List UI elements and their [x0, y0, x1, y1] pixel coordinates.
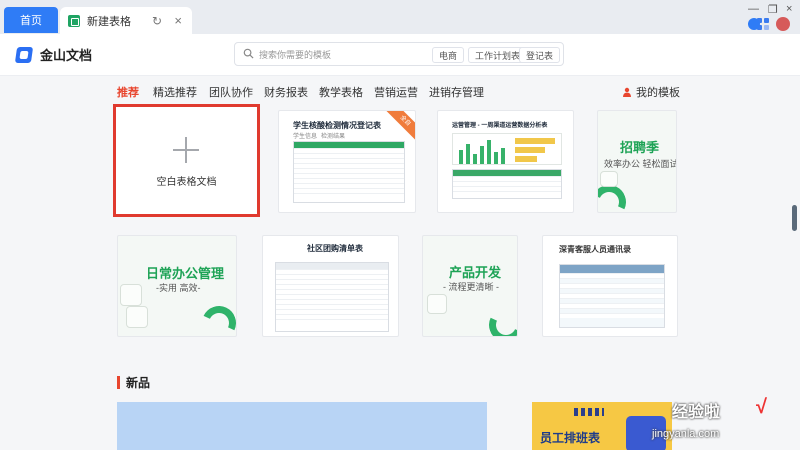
close-icon[interactable]: × [174, 13, 182, 28]
template-subtitle: 学生信息 [293, 134, 318, 140]
search-icon [243, 48, 254, 59]
template-preview-table [293, 141, 405, 203]
template-preview-table [275, 262, 389, 332]
s-brand-icon [484, 303, 517, 336]
search-input[interactable]: 搜索你需要的模板 [259, 48, 331, 61]
refresh-icon[interactable]: ↻ [152, 14, 162, 28]
blank-sheet-card[interactable]: 空白表格文档 [113, 104, 260, 217]
template-card-contact-list[interactable]: 深青客服人员通讯录 [542, 235, 678, 337]
sheet-icon [68, 14, 80, 27]
tab-new-sheet[interactable]: 新建表格 ↻ × [60, 7, 192, 34]
template-card-group-buy[interactable]: 社区团购清单表 [262, 235, 399, 337]
kdocs-logo-icon [14, 46, 34, 63]
header: 金山文档 搜索你需要的模板 电商 工作计划表 登记表 [0, 34, 800, 76]
maximize-icon[interactable]: ❐ [768, 3, 778, 16]
tab-home[interactable]: 首页 [4, 7, 58, 33]
minimize-icon[interactable]: — [748, 3, 759, 15]
template-title: 招聘季 [620, 140, 660, 155]
section-title-text: 新品 [126, 376, 151, 390]
window-close-icon[interactable]: × [786, 3, 792, 15]
avatar[interactable] [776, 17, 790, 31]
my-templates-label: 我的模板 [636, 87, 680, 99]
template-title: 产品开发 [449, 265, 502, 280]
scrollbar[interactable] [792, 205, 797, 231]
blank-sheet-label: 空白表格文档 [156, 177, 217, 188]
template-title: 社区团购清单表 [307, 244, 363, 253]
nav-item-recommended[interactable]: 推荐 [117, 84, 139, 100]
nav-item-teaching[interactable]: 教学表格 [319, 84, 363, 100]
nav-item-team[interactable]: 团队协作 [209, 84, 253, 100]
template-title: 深青客服人员通讯录 [559, 245, 631, 254]
s-brand-icon [197, 301, 236, 336]
template-card-ops-analysis[interactable]: 运营管理 - 一周渠道运营数据分析表 [437, 110, 574, 213]
template-title: 学生核酸检测情况登记表 [293, 121, 381, 130]
watermark-check: √ [756, 396, 767, 418]
banner-title: 员工排班表 [540, 431, 601, 445]
template-badge: 全自 [382, 111, 415, 144]
plus-icon [173, 137, 199, 163]
template-preview-table [452, 169, 562, 199]
section-marker [117, 376, 120, 389]
nav-item-marketing[interactable]: 营销运营 [374, 84, 418, 100]
app-logo[interactable]: 金山文档 [14, 45, 93, 64]
new-template-schedule-banner[interactable]: 员工排班表 [532, 402, 672, 450]
template-title: 日常办公管理 [146, 266, 225, 281]
template-card-daily-office[interactable]: 日常办公管理 -实用 高效- [117, 235, 237, 337]
template-subtitle: - 流程更清晰 - [443, 282, 499, 292]
nav-item-inventory[interactable]: 进销存管理 [429, 84, 484, 100]
template-card-student-test[interactable]: 学生核酸检测情况登记表 学生信息 检测结果 全自 [278, 110, 416, 213]
my-templates-link[interactable]: 我的模板 [622, 84, 680, 100]
template-preview-table [559, 264, 665, 328]
template-card-product-dev[interactable]: 产品开发 - 流程更清晰 - [422, 235, 518, 337]
search-tag-register[interactable]: 登记表 [519, 47, 561, 63]
app-name: 金山文档 [40, 48, 93, 63]
person-icon [623, 87, 631, 97]
template-subtitle: 检测结果 [321, 134, 346, 140]
watermark-text: 经验啦 [672, 404, 721, 421]
watermark-url: jingyanla.com [652, 428, 720, 440]
template-card-recruit[interactable]: 招聘季 效率办公 轻松面试 [597, 110, 677, 213]
section-title-new: 新品 [117, 374, 150, 391]
chat-icon[interactable] [748, 18, 760, 30]
template-title: 运营管理 - 一周渠道运营数据分析表 [452, 123, 548, 129]
template-preview-chart [452, 133, 562, 165]
template-search[interactable]: 搜索你需要的模板 电商 工作计划表 登记表 [234, 42, 564, 66]
nav-item-finance[interactable]: 财务报表 [264, 84, 308, 100]
tab-bar: 首页 新建表格 ↻ × — ❐ × [0, 0, 800, 34]
tab-new-sheet-label: 新建表格 [87, 15, 131, 28]
nav-item-featured[interactable]: 精选推荐 [153, 84, 197, 100]
template-subtitle: 效率办公 轻松面试 [604, 159, 677, 169]
template-subtitle: -实用 高效- [156, 283, 201, 293]
search-tag-ecommerce[interactable]: 电商 [432, 47, 465, 63]
new-template-banner[interactable] [117, 402, 487, 450]
